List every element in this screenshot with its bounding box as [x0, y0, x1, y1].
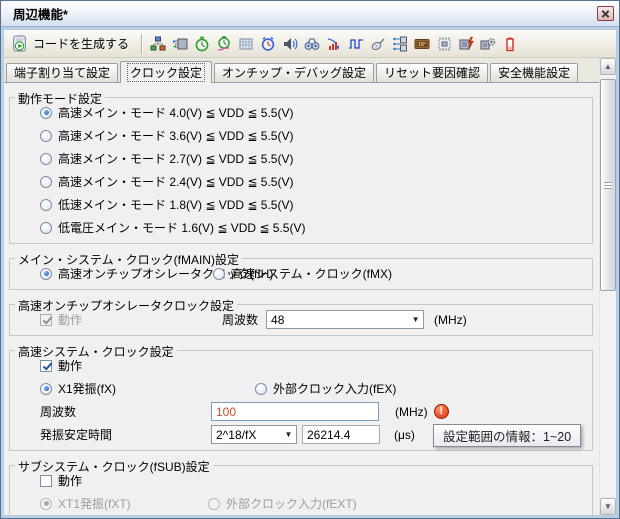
alarm-clock-icon[interactable]	[257, 33, 278, 55]
error-icon: !	[434, 404, 449, 419]
signal-bars-icon[interactable]	[323, 33, 344, 55]
binoculars-icon[interactable]	[301, 33, 322, 55]
radio-label: 高速メイン・モード 2.4(V) ≦ VDD ≦ 5.5(V)	[58, 173, 293, 190]
radio-x1-oscillation[interactable]: X1発振(fX)	[40, 380, 255, 397]
tab-clock-settings[interactable]: クロック設定	[120, 61, 212, 83]
radio-external-clock[interactable]: 外部クロック入力(fEX)	[255, 380, 396, 397]
stabilization-time-unit: (μs)	[394, 428, 415, 442]
radio-label: 低電圧メイン・モード 1.6(V) ≦ VDD ≦ 5.5(V)	[58, 219, 305, 236]
scrollbar-track[interactable]	[600, 75, 616, 498]
fih-frequency-select[interactable]: 48 ▼	[266, 310, 424, 329]
chevron-down-icon: ▼	[281, 430, 296, 439]
chip-gear-icon[interactable]	[477, 33, 498, 55]
radio-icon	[40, 222, 52, 234]
radio-mode-2_7v[interactable]: 高速メイン・モード 2.7(V) ≦ VDD ≦ 5.5(V)	[40, 150, 293, 167]
toolbar-separator	[141, 34, 142, 54]
chip-lightning-icon[interactable]	[455, 33, 476, 55]
radio-icon	[40, 199, 52, 211]
radio-mode-1_6v[interactable]: 低電圧メイン・モード 1.6(V) ≦ VDD ≦ 5.5(V)	[40, 219, 305, 236]
group-title: 動作モード設定	[15, 90, 105, 107]
fmx-frequency-input[interactable]	[211, 402, 379, 421]
group-fih-settings: 高速オンチップオシレータクロック設定 動作 周波数 48 ▼ (MHz)	[9, 304, 593, 336]
checkbox-icon	[40, 360, 52, 372]
radio-external-clock-fext: 外部クロック入力(fEXT)	[208, 495, 357, 512]
pulse-wave-icon[interactable]	[345, 33, 366, 55]
checkbox-icon	[40, 314, 52, 326]
radio-icon	[40, 153, 52, 165]
group-title: 高速システム・クロック設定	[15, 343, 177, 360]
stopwatch-green-icon[interactable]	[191, 33, 212, 55]
stopwatch-pink-icon[interactable]	[213, 33, 234, 55]
radio-icon	[40, 383, 52, 395]
radio-icon	[213, 268, 225, 280]
radio-label: 外部クロック入力(fEXT)	[226, 495, 357, 512]
chip-compare-icon[interactable]	[389, 33, 410, 55]
scroll-up-button[interactable]: ▲	[600, 58, 616, 75]
stabilization-time-label: 発振安定時間	[40, 426, 211, 443]
speaker-icon[interactable]	[279, 33, 300, 55]
radio-icon	[40, 176, 52, 188]
chip-dotted-icon[interactable]	[433, 33, 454, 55]
grid-icon[interactable]	[235, 33, 256, 55]
stabilization-time-select[interactable]: 2^18/fX ▼	[211, 425, 297, 444]
frequency-unit: (MHz)	[395, 405, 428, 419]
radio-label: 低速メイン・モード 1.8(V) ≦ VDD ≦ 5.5(V)	[58, 196, 293, 213]
tooltip-text: 設定範囲の情報：1~20	[443, 426, 571, 445]
radio-icon	[40, 498, 52, 510]
radio-icon	[40, 130, 52, 142]
radio-mode-3_6v[interactable]: 高速メイン・モード 3.6(V) ≦ VDD ≦ 5.5(V)	[40, 127, 293, 144]
generate-code-icon	[11, 35, 28, 52]
radio-xt1-oscillation: XT1発振(fXT)	[40, 495, 208, 512]
toolbar: コードを生成する 18°	[4, 30, 616, 58]
hierarchy-icon[interactable]	[147, 33, 168, 55]
tab-safety-functions[interactable]: 安全機能設定	[490, 63, 578, 82]
frequency-unit: (MHz)	[434, 313, 467, 327]
titlebar[interactable]: 周辺機能*	[1, 1, 619, 27]
radio-label: 高速メイン・モード 2.7(V) ≦ VDD ≦ 5.5(V)	[58, 150, 293, 167]
chip-io-icon[interactable]	[169, 33, 190, 55]
radio-label: 外部クロック入力(fEX)	[273, 380, 396, 397]
temperature-display-icon[interactable]: 18°	[411, 33, 432, 55]
radio-icon	[255, 383, 267, 395]
radio-icon	[40, 268, 52, 280]
range-info-tooltip: 設定範囲の情報：1~20	[433, 424, 581, 447]
selected-value: 48	[271, 313, 284, 327]
frequency-label: 周波数	[40, 403, 211, 420]
radio-mode-1_8v[interactable]: 低速メイン・モード 1.8(V) ≦ VDD ≦ 5.5(V)	[40, 196, 293, 213]
clock-settings-panel: 動作モード設定 高速メイン・モード 4.0(V) ≦ VDD ≦ 5.5(V) …	[4, 83, 599, 515]
scrollbar-thumb[interactable]	[600, 79, 616, 291]
tab-pin-assignment[interactable]: 端子割り当て設定	[6, 63, 118, 82]
group-title: 高速オンチップオシレータクロック設定	[15, 297, 237, 314]
radio-mode-2_4v[interactable]: 高速メイン・モード 2.4(V) ≦ VDD ≦ 5.5(V)	[40, 173, 293, 190]
radio-label: XT1発振(fXT)	[58, 495, 131, 512]
vertical-scrollbar[interactable]: ▲ ▼	[599, 58, 616, 515]
radio-icon	[208, 498, 220, 510]
scroll-down-button[interactable]: ▼	[600, 498, 616, 515]
probe-icon[interactable]	[367, 33, 388, 55]
radio-label: X1発振(fX)	[58, 380, 116, 397]
battery-icon[interactable]	[499, 33, 520, 55]
selected-value: 2^18/fX	[216, 428, 256, 442]
close-button[interactable]	[597, 6, 614, 21]
generate-code-label: コードを生成する	[33, 35, 129, 52]
group-title: メイン・システム・クロック(fMAIN)設定	[15, 251, 242, 268]
tab-bar: 端子割り当て設定 クロック設定 オンチップ・デバッグ設定 リセット要因確認 安全…	[4, 58, 599, 83]
tab-onchip-debug[interactable]: オンチップ・デバッグ設定	[214, 63, 374, 82]
group-operation-mode: 動作モード設定 高速メイン・モード 4.0(V) ≦ VDD ≦ 5.5(V) …	[9, 97, 593, 244]
svg-text:18°: 18°	[417, 41, 425, 47]
chevron-down-icon: ▼	[408, 315, 423, 324]
peripheral-functions-panel: 周辺機能* コードを生成する 18°	[0, 0, 620, 519]
stabilization-time-value	[302, 425, 380, 444]
checkbox-icon	[40, 475, 52, 487]
radio-icon	[40, 107, 52, 119]
group-fsub-settings: サブシステム・クロック(fSUB)設定 動作 XT1発振(fXT) 外部クロック…	[9, 465, 593, 515]
panel-title: 周辺機能*	[13, 4, 68, 23]
tab-reset-cause[interactable]: リセット要因確認	[376, 63, 488, 82]
group-fmain: メイン・システム・クロック(fMAIN)設定 高速オンチップオシレータクロック(…	[9, 258, 593, 290]
group-title: サブシステム・クロック(fSUB)設定	[15, 458, 213, 475]
radio-label: 高速システム・クロック(fMX)	[231, 265, 392, 282]
scrollbar-grip-icon	[604, 182, 612, 189]
radio-label: 高速メイン・モード 3.6(V) ≦ VDD ≦ 5.5(V)	[58, 127, 293, 144]
generate-code-button[interactable]: コードを生成する	[7, 32, 136, 55]
